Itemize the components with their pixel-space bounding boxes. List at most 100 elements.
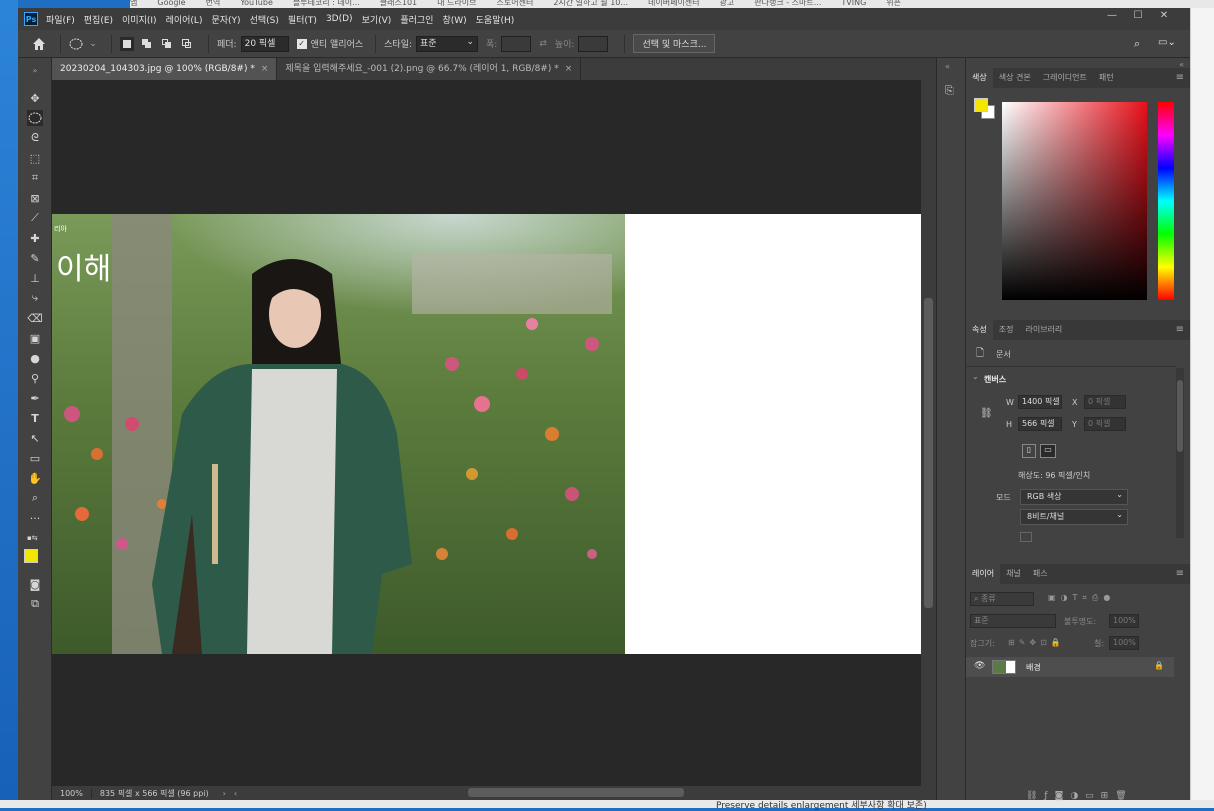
bookmark-item[interactable]: 클래스101 bbox=[380, 0, 417, 7]
maximize-button[interactable]: ☐ bbox=[1126, 10, 1150, 21]
menu-item[interactable]: 선택(S) bbox=[250, 13, 279, 26]
lasso-tool-icon[interactable]: ᘓ bbox=[27, 130, 43, 146]
canvas-area[interactable]: 리아 이해 bbox=[52, 80, 955, 786]
color-mode-select[interactable]: RGB 색상 bbox=[1020, 488, 1128, 505]
tab-libraries[interactable]: 라이브러리 bbox=[1019, 320, 1068, 340]
type-tool-icon[interactable]: T bbox=[27, 410, 43, 426]
tab-document-1[interactable]: 20230204_104303.jpg @ 100% (RGB/8#) * × bbox=[52, 58, 278, 80]
chevron-down-icon[interactable]: ⌄ bbox=[972, 372, 979, 381]
workspace-icon[interactable]: ▭⌄ bbox=[1158, 37, 1176, 48]
foreground-color-swatch[interactable] bbox=[974, 98, 988, 112]
blend-mode-select[interactable]: 표준 bbox=[970, 614, 1056, 628]
frame-tool-icon[interactable]: ⊠ bbox=[27, 190, 43, 206]
collapse-icon[interactable]: « bbox=[945, 62, 950, 71]
layer-name[interactable]: 배경 bbox=[1026, 662, 1041, 673]
bookmark-item[interactable]: TVING bbox=[841, 0, 866, 7]
vertical-scroll-thumb[interactable] bbox=[924, 298, 933, 608]
eraser-tool-icon[interactable]: ⌫ bbox=[27, 310, 43, 326]
color-field[interactable] bbox=[1002, 102, 1147, 300]
canvas-color-swatch[interactable] bbox=[1020, 532, 1032, 542]
tab-channels[interactable]: 채널 bbox=[1000, 564, 1027, 584]
menu-item[interactable]: 이미지(I) bbox=[122, 13, 157, 26]
default-colors-icon[interactable]: ▪⇆ bbox=[27, 530, 43, 546]
document-canvas[interactable] bbox=[625, 214, 955, 654]
tab-layers[interactable]: 레이어 bbox=[966, 564, 1001, 584]
blur-tool-icon[interactable]: ● bbox=[27, 350, 43, 366]
tab-adjustments[interactable]: 조정 bbox=[993, 320, 1020, 340]
layer-row[interactable]: 👁 배경 🔒 bbox=[966, 657, 1174, 677]
link-icon[interactable]: ⛓ bbox=[980, 408, 993, 419]
subtract-selection-icon[interactable] bbox=[160, 37, 174, 51]
close-button[interactable]: ✕ bbox=[1152, 10, 1176, 21]
clone-stamp-tool-icon[interactable]: ⊥ bbox=[27, 270, 43, 286]
tab-properties[interactable]: 속성 bbox=[966, 320, 993, 340]
tab-gradients[interactable]: 그레이디언트 bbox=[1037, 68, 1093, 88]
tab-swatches[interactable]: 색상 견본 bbox=[993, 68, 1037, 88]
ellipse-marquee-tool-icon[interactable] bbox=[27, 110, 43, 126]
horizontal-scroll-thumb[interactable] bbox=[468, 788, 684, 797]
bookmark-item[interactable]: 스토어센터 bbox=[497, 0, 534, 7]
scroll-left-icon[interactable]: ‹ bbox=[226, 789, 237, 798]
antialias-checkbox[interactable]: ✓ bbox=[296, 38, 307, 49]
menu-item[interactable]: 플러그인 bbox=[400, 13, 433, 26]
opacity-field[interactable]: 100% bbox=[1109, 614, 1139, 628]
minimize-button[interactable]: — bbox=[1100, 10, 1124, 21]
bookmark-item[interactable]: 번역 bbox=[206, 0, 221, 7]
tab-document-2[interactable]: 제목을 입력해주세요_-001 (2).png @ 66.7% (레이어 1, … bbox=[277, 58, 582, 80]
chevron-right-icon[interactable]: › bbox=[209, 789, 226, 798]
select-and-mask-button[interactable]: 선택 및 마스크... bbox=[633, 34, 716, 53]
menu-item[interactable]: 보기(V) bbox=[362, 13, 392, 26]
panel-menu-icon[interactable]: ≡ bbox=[1176, 72, 1184, 83]
bookmark-item[interactable]: 블루테코리 : 네이... bbox=[293, 0, 360, 7]
height-input[interactable] bbox=[578, 35, 609, 52]
hand-tool-icon[interactable]: ✋ bbox=[27, 470, 43, 486]
eyedropper-tool-icon[interactable]: ⟋ bbox=[27, 210, 43, 226]
height-field[interactable]: 566 픽셀 bbox=[1018, 417, 1062, 431]
bit-depth-select[interactable]: 8비트/채널 bbox=[1020, 508, 1128, 525]
menu-item[interactable]: 레이어(L) bbox=[166, 13, 203, 26]
portrait-orientation-icon[interactable]: ▯ bbox=[1022, 444, 1036, 458]
healing-brush-tool-icon[interactable]: ✚ bbox=[27, 230, 43, 246]
landscape-orientation-icon[interactable]: ▭ bbox=[1040, 444, 1056, 458]
hue-slider[interactable] bbox=[1158, 102, 1174, 300]
bookmark-item[interactable]: 광고 bbox=[720, 0, 735, 7]
close-tab-icon[interactable]: × bbox=[261, 64, 269, 74]
menu-item[interactable]: 3D(D) bbox=[326, 14, 353, 24]
new-selection-icon[interactable] bbox=[120, 36, 134, 51]
pen-tool-icon[interactable]: ✒ bbox=[27, 390, 43, 406]
move-tool-icon[interactable]: ✥ bbox=[27, 90, 43, 106]
width-input[interactable] bbox=[501, 35, 532, 52]
history-brush-tool-icon[interactable]: ⤷ bbox=[27, 290, 43, 306]
search-icon[interactable]: ⌕ bbox=[1134, 37, 1140, 51]
layers-footer-icons[interactable]: ⛓ƒ◙◑▭⊞🗑 bbox=[1026, 791, 1134, 801]
add-selection-icon[interactable] bbox=[140, 37, 154, 51]
bookmark-item[interactable]: 네이버페이센터 bbox=[648, 0, 700, 7]
bookmark-item[interactable]: 판다랭크 - 스마트... bbox=[754, 0, 821, 7]
bookmark-item[interactable]: 위픈 bbox=[886, 0, 901, 7]
lock-icons[interactable]: ⊞✎✥⊡🔒 bbox=[1008, 638, 1065, 647]
photo-image[interactable]: 리아 이해 bbox=[52, 214, 625, 654]
rectangle-tool-icon[interactable]: ▭ bbox=[27, 450, 43, 466]
bookmark-item[interactable]: Google bbox=[157, 0, 185, 7]
intersect-selection-icon[interactable] bbox=[180, 37, 194, 51]
zoom-tool-icon[interactable]: ⌕ bbox=[27, 490, 43, 506]
history-panel-icon[interactable]: ⎘ bbox=[945, 84, 954, 98]
chevron-down-icon[interactable]: ⌄ bbox=[89, 37, 97, 51]
dodge-tool-icon[interactable]: ⚲ bbox=[27, 370, 43, 386]
feather-input[interactable]: 20 픽셀 bbox=[240, 35, 289, 52]
quick-mask-icon[interactable]: ◙ bbox=[27, 576, 43, 592]
bookmark-item[interactable]: 2시간 일하고 월 10... bbox=[553, 0, 628, 7]
style-select[interactable]: 표준 ⌄ bbox=[416, 35, 479, 52]
bookmark-item[interactable]: YouTube bbox=[240, 0, 273, 7]
path-selection-tool-icon[interactable]: ↖ bbox=[27, 430, 43, 446]
close-tab-icon[interactable]: × bbox=[565, 64, 573, 74]
layer-filter-icons[interactable]: ▣◑T⌗⎙● bbox=[1048, 593, 1115, 603]
properties-scroll-thumb[interactable] bbox=[1177, 380, 1183, 452]
document-info[interactable]: 835 픽셀 x 566 픽셀 (96 ppi) bbox=[92, 788, 209, 799]
gradient-tool-icon[interactable]: ▣ bbox=[27, 330, 43, 346]
menu-item[interactable]: 도움말(H) bbox=[476, 13, 515, 26]
menu-item[interactable]: 창(W) bbox=[442, 13, 466, 26]
menu-item[interactable]: 문자(Y) bbox=[211, 13, 240, 26]
x-field[interactable]: 0 픽셀 bbox=[1084, 395, 1126, 409]
swap-icon[interactable]: ⇄ bbox=[539, 39, 547, 49]
